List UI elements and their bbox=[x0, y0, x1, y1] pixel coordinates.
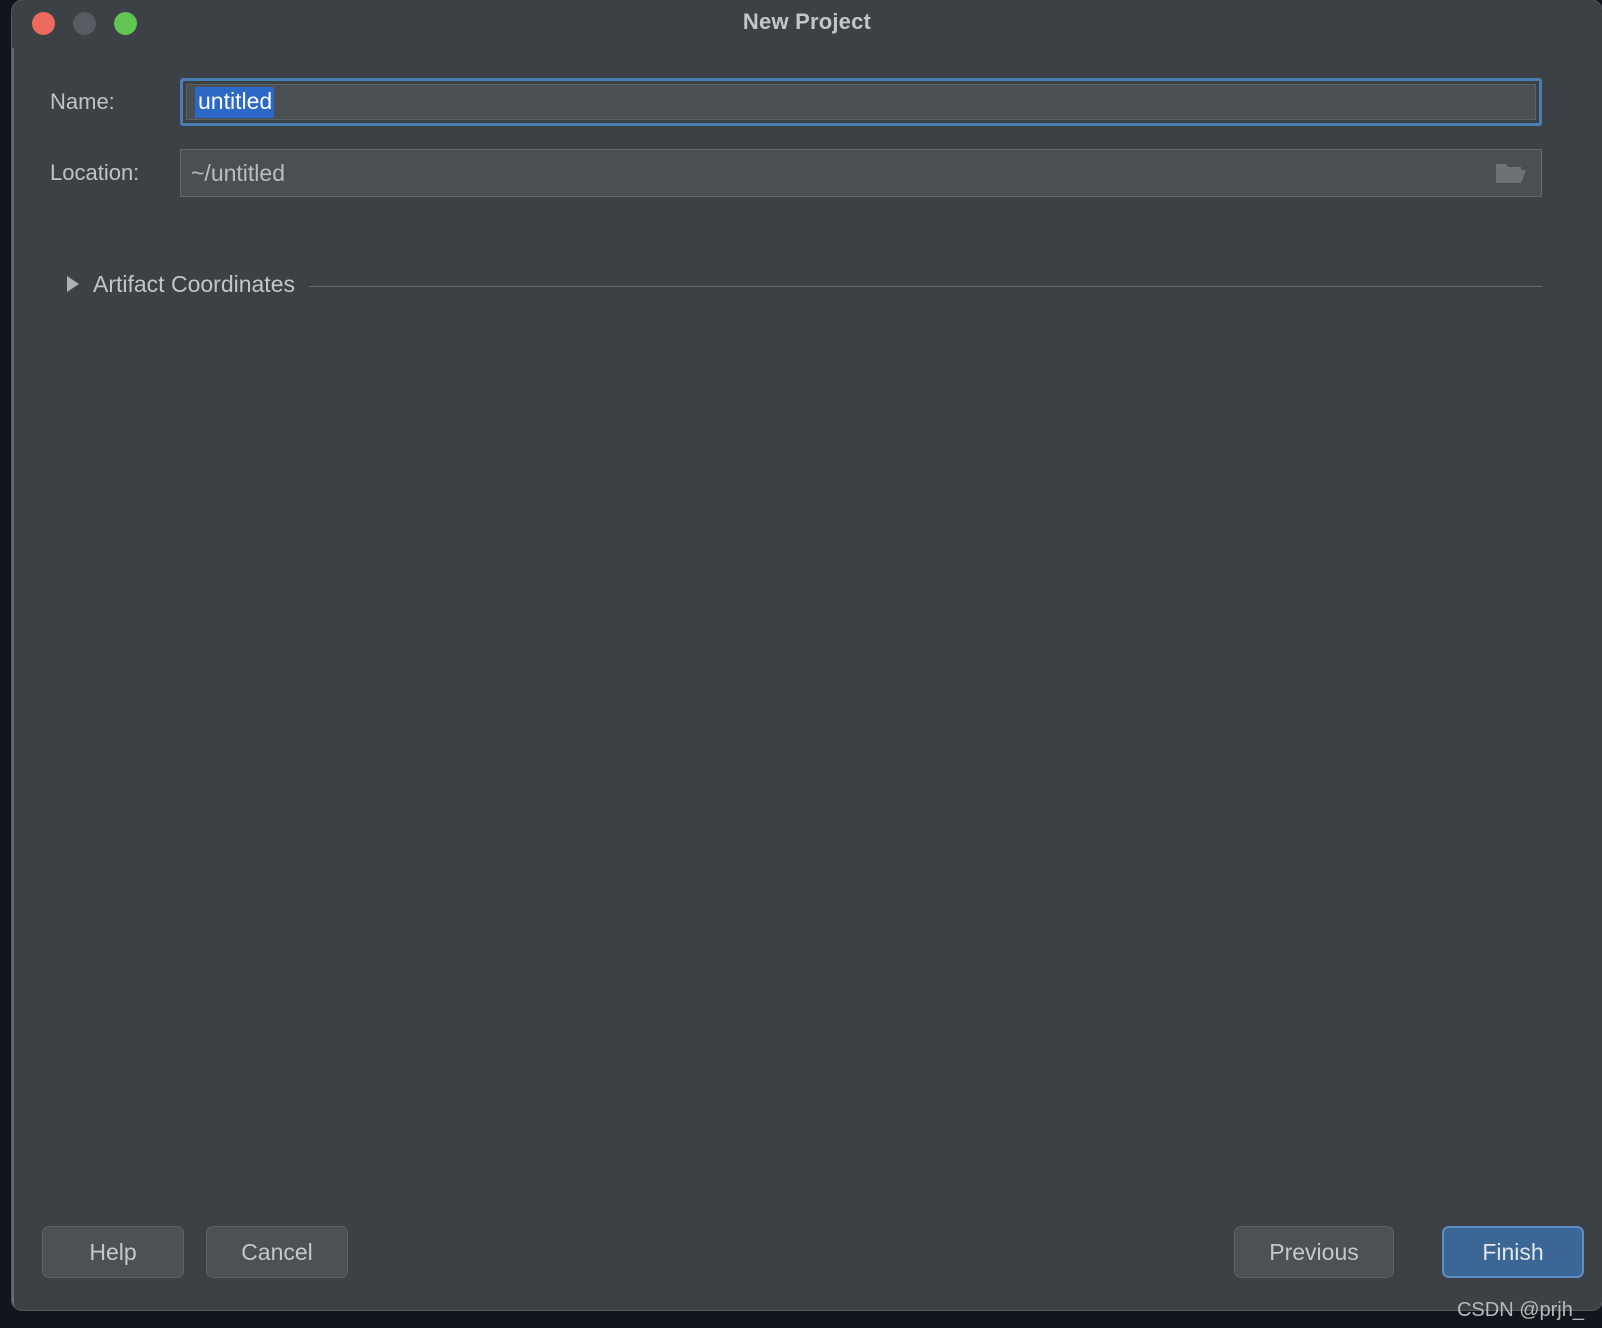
titlebar: New Project bbox=[12, 0, 1602, 48]
previous-button[interactable]: Previous bbox=[1234, 1226, 1394, 1278]
window-title: New Project bbox=[742, 9, 872, 34]
name-label: Name: bbox=[50, 89, 115, 114]
location-label: Location: bbox=[50, 160, 140, 185]
section-divider bbox=[308, 285, 1542, 287]
help-button[interactable]: Help bbox=[42, 1226, 184, 1278]
watermark: CSDN @prjh_ bbox=[1456, 1299, 1584, 1321]
window-left-edge bbox=[12, 0, 14, 1310]
artifact-coordinates-section[interactable]: Artifact Coordinates bbox=[67, 266, 1542, 302]
name-input[interactable]: untitled bbox=[180, 78, 1542, 126]
finish-button[interactable]: Finish bbox=[1442, 1226, 1584, 1278]
location-input[interactable]: ~/untitled bbox=[180, 149, 1542, 197]
name-input-inner[interactable]: untitled bbox=[186, 84, 1536, 120]
artifact-coordinates-label: Artifact Coordinates bbox=[93, 270, 295, 297]
triangle-right-icon[interactable] bbox=[67, 276, 79, 292]
name-row: Name: untitled bbox=[50, 78, 1542, 126]
cancel-button[interactable]: Cancel bbox=[206, 1226, 348, 1278]
dialog-button-bar: Help Cancel Previous Finish bbox=[12, 1226, 1602, 1280]
screen: New Project Name: untitled Location: ~/u… bbox=[0, 0, 1602, 1328]
folder-open-icon[interactable] bbox=[1495, 160, 1527, 186]
location-input-value: ~/untitled bbox=[191, 159, 285, 186]
location-row: Location: ~/untitled bbox=[50, 149, 1542, 197]
name-input-value: untitled bbox=[195, 86, 275, 118]
new-project-dialog: New Project Name: untitled Location: ~/u… bbox=[12, 0, 1602, 1310]
